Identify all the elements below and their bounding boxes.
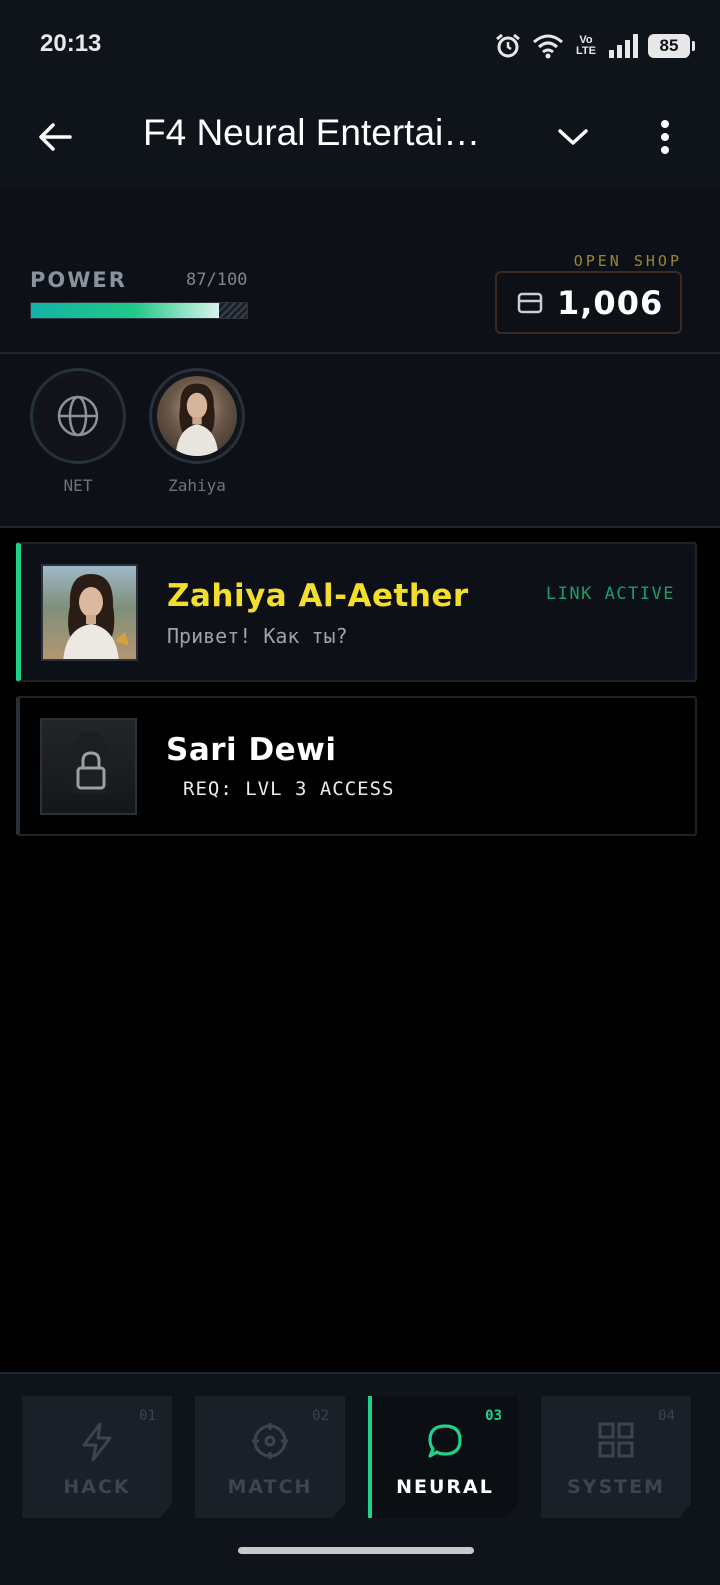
story-net[interactable]: NET xyxy=(30,368,126,495)
power-value: 87/100 xyxy=(186,270,248,290)
nav-tab-hack[interactable]: 01 HACK xyxy=(22,1396,172,1518)
nav-label: SYSTEM xyxy=(567,1476,665,1498)
status-time: 20:13 xyxy=(40,30,102,57)
alarm-icon xyxy=(496,33,520,58)
home-gesture-bar[interactable] xyxy=(238,1547,474,1554)
chevron-down-icon xyxy=(558,129,588,145)
dropdown-button[interactable] xyxy=(548,112,598,162)
chat-requirement: REQ: LVL 3 ACCESS xyxy=(183,778,395,800)
story-label: NET xyxy=(63,476,93,495)
chat-icon xyxy=(428,1424,462,1458)
lock-icon xyxy=(70,732,110,794)
power-label: POWER xyxy=(30,268,127,292)
app-bar: F4 Neural Entertai… xyxy=(0,90,720,190)
more-vertical-icon xyxy=(661,120,669,154)
story-zahiya[interactable]: Zahiya xyxy=(149,368,245,495)
power-bar-fill xyxy=(31,303,219,318)
portrait-image xyxy=(175,383,219,456)
avatar xyxy=(41,564,138,661)
gesture-area xyxy=(0,1537,720,1585)
volte-indicator: Vo LTE xyxy=(576,34,596,57)
nav-icon-wrap xyxy=(541,1422,691,1458)
header-panel: POWER 87/100 OPEN SHOP 1,006 NET Zahiya xyxy=(0,190,720,528)
nav-tab-neural[interactable]: 03 NEURAL xyxy=(368,1396,518,1518)
arrow-left-icon xyxy=(39,123,72,151)
story-ring xyxy=(30,368,126,464)
globe-icon xyxy=(57,395,99,437)
battery-indicator: 85 xyxy=(648,34,695,58)
chat-last-message: Привет! Как ты? xyxy=(167,624,348,648)
app-title: F4 Neural Entertai… xyxy=(143,112,481,153)
signal-icon xyxy=(609,34,638,58)
nav-icon-wrap xyxy=(22,1422,172,1462)
crosshair-icon xyxy=(252,1423,288,1459)
nav-tab-system[interactable]: 04 SYSTEM xyxy=(541,1396,691,1518)
chat-item-sari[interactable]: Sari Dewi REQ: LVL 3 ACCESS xyxy=(16,696,697,836)
nav-tab-match[interactable]: 02 MATCH xyxy=(195,1396,345,1518)
open-shop-link[interactable]: OPEN SHOP xyxy=(574,252,682,270)
portrait-image xyxy=(63,574,129,659)
nav-label: NEURAL xyxy=(396,1476,494,1498)
nav-label: HACK xyxy=(63,1476,131,1498)
story-inner xyxy=(38,376,118,456)
chat-name: Sari Dewi xyxy=(166,732,337,768)
card-icon xyxy=(517,292,543,313)
status-bar: 20:13 Vo LTE 85 xyxy=(0,0,720,90)
bottom-nav: 01 HACK 02 MATCH 03 NEURAL 04 SYSTEM xyxy=(0,1372,720,1537)
avatar xyxy=(157,376,237,456)
grid-icon xyxy=(598,1422,634,1458)
nav-icon-wrap xyxy=(372,1422,518,1462)
story-ring xyxy=(149,368,245,464)
story-label: Zahiya xyxy=(168,476,226,495)
chat-name: Zahiya Al-Aether xyxy=(167,578,469,614)
power-bar xyxy=(30,302,248,319)
currency-button[interactable]: 1,006 xyxy=(495,271,682,334)
wifi-icon xyxy=(533,34,563,59)
link-status-badge: LINK ACTIVE xyxy=(545,584,675,604)
currency-value: 1,006 xyxy=(557,283,664,322)
back-button[interactable] xyxy=(30,112,80,162)
avatar-locked xyxy=(40,718,137,815)
chat-item-zahiya[interactable]: Zahiya Al-Aether Привет! Как ты? LINK AC… xyxy=(16,542,697,682)
lightning-icon xyxy=(82,1422,112,1462)
status-icons: Vo LTE 85 xyxy=(494,30,695,62)
more-options-button[interactable] xyxy=(642,112,688,162)
nav-icon-wrap xyxy=(195,1422,345,1460)
nav-label: MATCH xyxy=(227,1476,313,1498)
divider xyxy=(0,352,720,354)
